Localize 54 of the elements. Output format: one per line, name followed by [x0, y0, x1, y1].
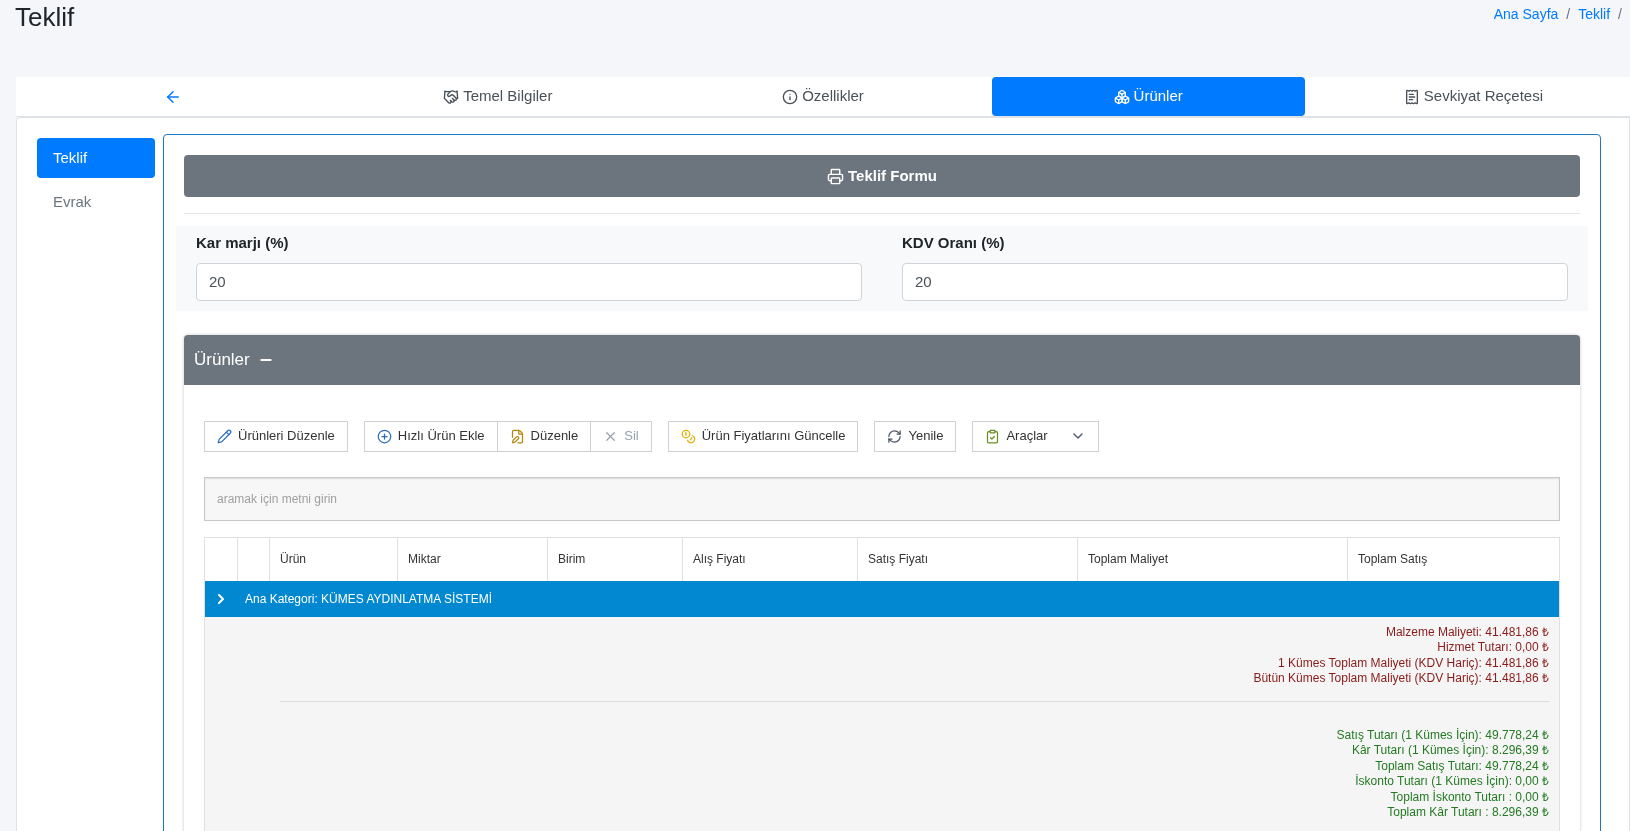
input-field[interactable]: 20 — [196, 262, 862, 301]
print-form-button[interactable]: Teklif Formu — [184, 155, 1580, 197]
column-header: Miktar — [397, 537, 547, 581]
sidebar-item[interactable]: Evrak — [37, 182, 155, 222]
info-icon — [782, 88, 799, 105]
cost-line: 1 Kümes Toplam Maliyeti (KDV Hariç): 41.481,86 ₺ — [1278, 655, 1549, 671]
edit-icon — [509, 428, 525, 444]
column-header: Satış Fiyatı — [857, 537, 1077, 581]
toolbar-button[interactable]: Hızlı Ürün Ekle — [363, 420, 498, 452]
toolbar-button[interactable]: Ürünleri Düzenle — [204, 420, 348, 452]
field-label: KDV Oranı (%) — [902, 233, 1006, 253]
tab[interactable]: Özellikler — [666, 77, 980, 116]
cost-line: Bütün Kümes Toplam Maliyeti (KDV Hariç): 41.481,86 ₺ — [1253, 671, 1549, 687]
toolbar-button[interactable]: Yenile — [874, 420, 957, 452]
breadcrumb-link[interactable]: Teklif — [1578, 4, 1611, 25]
sidebar-item[interactable]: Teklif — [37, 138, 155, 178]
cost-line: Hizmet Tutarı: 0,00 ₺ — [1437, 640, 1549, 656]
pencil-icon — [217, 428, 232, 444]
toolbar-button[interactable]: Araçlar — [972, 420, 1099, 452]
toolbar-button[interactable]: Ürün Fiyatlarını Güncelle — [667, 420, 859, 452]
coins-icon — [680, 428, 696, 444]
sales-line: Toplam İskonto Tutarı : 0,00 ₺ — [1390, 789, 1549, 805]
column-header: Ürün — [269, 537, 397, 581]
card-title: Ürünler — [194, 348, 250, 371]
group-label: Ana Kategori: KÜMES AYDINLATMA SİSTEMİ — [245, 590, 492, 608]
tab[interactable]: Temel Bilgiler — [341, 77, 655, 116]
field-label: Kar marjı (%) — [196, 233, 290, 253]
plus-circle-icon — [376, 428, 392, 444]
group-row[interactable]: Ana Kategori: KÜMES AYDINLATMA SİSTEMİ — [205, 580, 1559, 617]
refresh-icon — [887, 428, 903, 444]
sales-line: Satış Tutarı (1 Kümes İçin): 49.778,24 ₺ — [1336, 727, 1549, 743]
column-header: Toplam Satış — [1347, 537, 1559, 581]
search-field[interactable]: aramak için metni girin — [204, 476, 1560, 521]
receipt-icon — [1403, 88, 1420, 105]
input-field[interactable]: 20 — [902, 262, 1568, 301]
page-title: Teklif — [15, 1, 75, 34]
tab[interactable]: Sevkiyat Reçetesi — [1316, 77, 1630, 116]
column-header: Alış Fiyatı — [682, 537, 857, 581]
sales-line: Toplam Satış Tutarı: 49.778,24 ₺ — [1375, 758, 1549, 774]
sales-line: İskonto Tutarı (1 Kümes İçin): 0,00 ₺ — [1355, 774, 1549, 790]
cost-line: Malzeme Maliyeti: 41.481,86 ₺ — [1385, 624, 1549, 640]
sales-line: Kâr Tutarı (1 Kümes İçin): 8.296,39 ₺ — [1351, 743, 1549, 759]
breadcrumb-separator: / — [1566, 5, 1571, 24]
handshake-icon — [443, 88, 460, 105]
printer-icon — [827, 167, 845, 185]
toolbar-button[interactable]: Düzenle — [496, 420, 592, 452]
clipboard-icon — [985, 428, 1001, 444]
sales-line: Toplam Kâr Tutarı : 8.296,39 ₺ — [1387, 805, 1549, 821]
breadcrumb-link[interactable]: Ana Sayfa — [1493, 4, 1559, 25]
column-header: Toplam Maliyet — [1077, 537, 1347, 581]
column-header: Birim — [547, 537, 682, 581]
breadcrumb-separator: / — [1618, 5, 1622, 24]
boxes-icon — [1113, 88, 1130, 105]
tab[interactable]: Ürünler — [991, 77, 1305, 116]
